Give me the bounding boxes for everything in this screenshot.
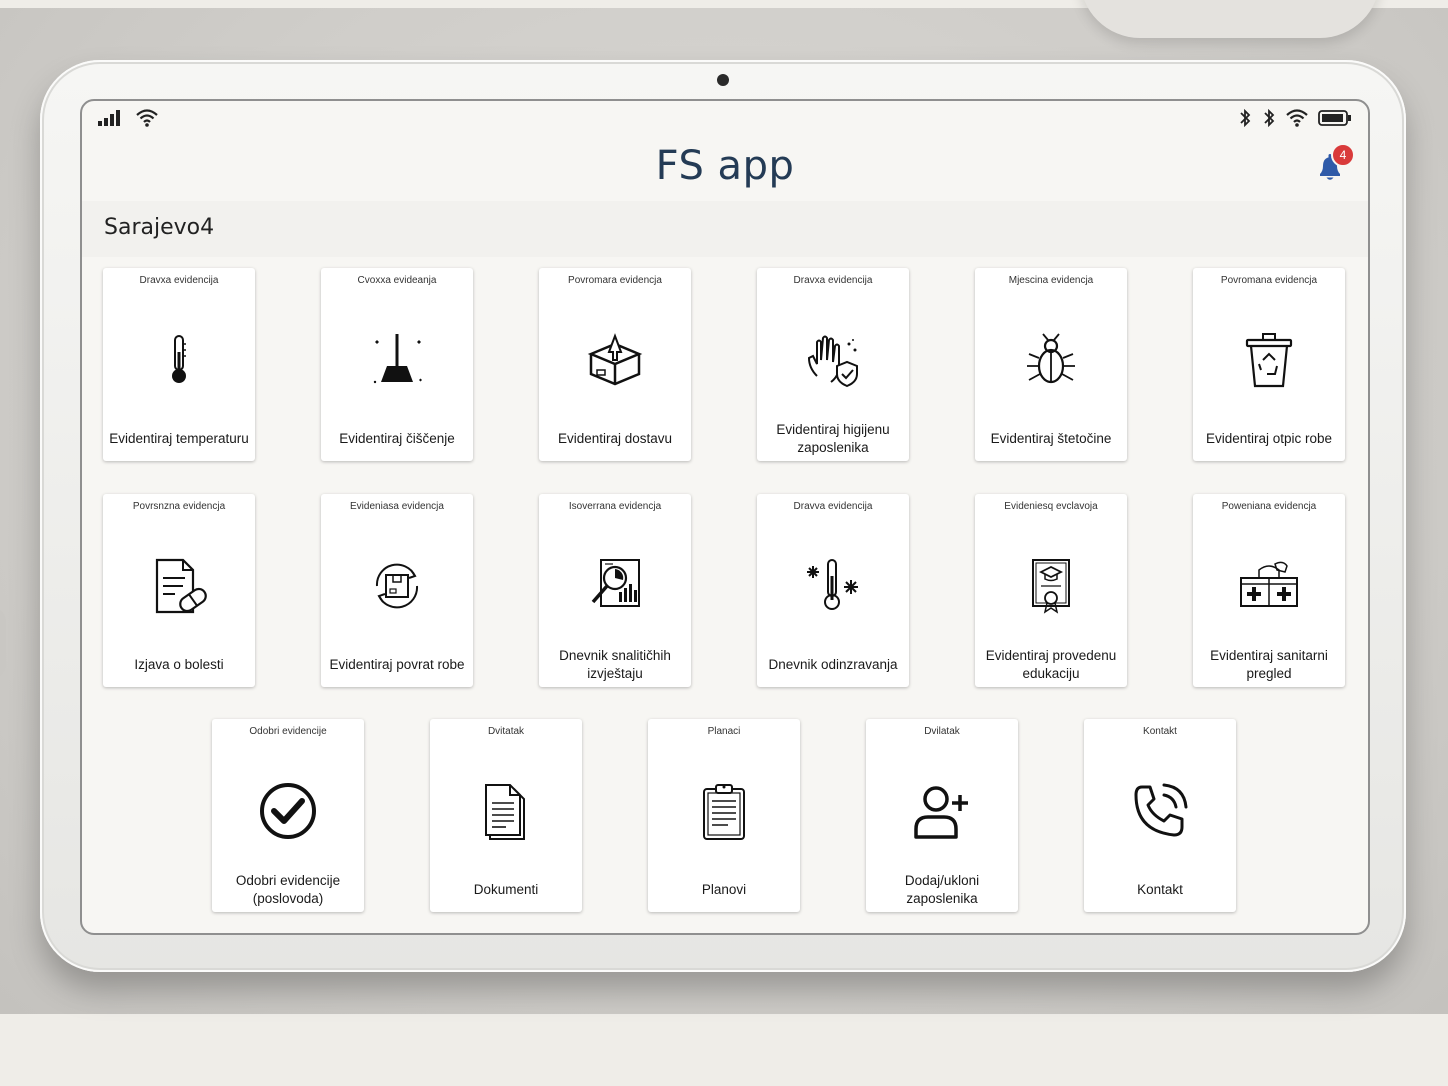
analytics-report-icon — [585, 556, 645, 616]
medical-document-icon — [149, 556, 209, 616]
tablet-frame: FS app 4 Sarajevo4 Dravxa evidencija Evi… — [40, 60, 1406, 972]
tile-evidentiraj-sanitarni-pregled[interactable]: Poweniana evidencja Evidentiraj sanitarn… — [1193, 494, 1345, 687]
tile-category: Kontakt — [1143, 726, 1177, 737]
tile-category: Dvilatak — [924, 726, 960, 737]
tile-category: Povromana evidencja — [1220, 275, 1318, 286]
tile-category: Dravxa evidencija — [793, 275, 873, 286]
add-user-icon — [912, 781, 972, 841]
bug-icon — [1021, 330, 1081, 390]
tile-category: Cvoxxa evideanja — [357, 275, 437, 286]
tile-category: Odobri evidencije — [249, 726, 327, 737]
tile-label: Evidentiraj otpic robe — [1205, 431, 1333, 446]
tile-label: Dnevnik odinzravanja — [768, 657, 898, 672]
tile-label: Evidentiraj higijenu zaposlenika — [776, 422, 890, 455]
tile-category: Evideniesq evclavoja — [1004, 501, 1098, 512]
phone-icon — [1130, 781, 1190, 841]
tile-dnevnik-odrzavanja[interactable]: Dravva evidencija Dnevnik odinzravanja — [757, 494, 909, 687]
page-bottom-border — [0, 1014, 1448, 1086]
tile-category: Planaci — [707, 726, 741, 737]
certificate-icon — [1021, 556, 1081, 616]
camera — [717, 74, 729, 86]
tile-evidentiraj-otpic-robe[interactable]: Povromana evidencja Evidentiraj otpic ro… — [1193, 268, 1345, 461]
tile-label: Dodaj/ukloni zaposlenika — [904, 873, 980, 906]
broom-icon — [367, 330, 427, 390]
checkmark-circle-icon — [258, 781, 318, 841]
delivery-box-icon — [585, 330, 645, 390]
recycle-bin-icon — [1239, 330, 1299, 390]
tile-label: Evidentiraj povrat robe — [329, 657, 465, 672]
clipboard-icon — [694, 781, 754, 841]
tile-evidentiraj-temperaturu[interactable]: Dravxa evidencija Evidentiraj temperatur… — [103, 268, 255, 461]
tablet-screen: FS app 4 Sarajevo4 Dravxa evidencija Evi… — [80, 99, 1370, 935]
return-box-icon — [367, 556, 427, 616]
tile-category: Mjescina evidencja — [1008, 275, 1094, 286]
tile-label: Evidentiraj čiščenje — [339, 431, 455, 446]
tile-izjava-o-bolesti[interactable]: Povrsnzna evidencja Izjava o bolesti — [103, 494, 255, 687]
freezer-thermometer-icon — [803, 556, 863, 616]
tile-label: Evidentiraj dostavu — [557, 431, 673, 446]
tile-evidentiraj-edukaciju[interactable]: Evideniesq evclavoja Evidentiraj provede… — [975, 494, 1127, 687]
tile-label: Evidentiraj sanitarni pregled — [1210, 648, 1328, 681]
tile-kontakt[interactable]: Kontakt Kontakt — [1084, 719, 1236, 912]
tile-label: Evidentiraj temperaturu — [109, 431, 249, 446]
tile-dodaj-ukloni-zaposlenika[interactable]: Dvilatak Dodaj/ukloni zaposlenika — [866, 719, 1018, 912]
tile-label: Kontakt — [1137, 882, 1183, 897]
hand-hygiene-icon — [803, 330, 863, 390]
tile-evidentiraj-dostavu[interactable]: Povromara evidencja Evidentiraj dostavu — [539, 268, 691, 461]
tile-evidentiraj-higijenu[interactable]: Dravxa evidencija Evidentiraj higijenu z… — [757, 268, 909, 461]
documents-icon — [476, 781, 536, 841]
tile-label: Planovi — [701, 882, 747, 897]
tile-category: Dvitatak — [487, 726, 525, 737]
tile-evidentiraj-ciscenje[interactable]: Cvoxxa evideanja Evidentiraj čiščenje — [321, 268, 473, 461]
tile-category: Povromara evidencja — [568, 275, 662, 286]
tile-evidentiraj-stetocine[interactable]: Mjescina evidencja Evidentiraj štetočine — [975, 268, 1127, 461]
tile-category: Dravxa evidencija — [139, 275, 219, 286]
first-aid-kit-icon — [1239, 556, 1299, 616]
tile-grid: Dravxa evidencija Evidentiraj temperatur… — [82, 101, 1368, 933]
tile-label: Izjava o bolesti — [134, 657, 224, 672]
tile-category: Dravva evidencija — [793, 501, 873, 512]
tile-category: Evideniasa evidencja — [350, 501, 444, 512]
tile-odobri-evidencije[interactable]: Odobri evidencije Odobri evidencije (pos… — [212, 719, 364, 912]
tile-category: Isoverrana evidencja — [568, 501, 662, 512]
tile-label: Evidentiraj štetočine — [990, 431, 1112, 446]
tile-planovi[interactable]: Planaci Planovi — [648, 719, 800, 912]
tile-evidentiraj-povrat-robe[interactable]: Evideniasa evidencja Evidentiraj povrat … — [321, 494, 473, 687]
tile-category: Poweniana evidencja — [1221, 501, 1317, 512]
tile-category: Povrsnzna evidencja — [132, 501, 226, 512]
tile-label: Dnevnik snalitičhih izvještaju — [559, 648, 671, 681]
tile-label: Odobri evidencije (poslovoda) — [235, 873, 341, 906]
thermometer-icon — [149, 330, 209, 390]
tile-label: Evidentiraj provedenu edukaciju — [985, 648, 1117, 681]
tile-dnevnik-analitickih-izvjestaja[interactable]: Isoverrana evidencja Dnevnik snalitičhih… — [539, 494, 691, 687]
tile-dokumenti[interactable]: Dvitatak Dokumenti — [430, 719, 582, 912]
background-object — [1080, 0, 1380, 38]
background-object — [0, 608, 6, 678]
tile-label: Dokumenti — [473, 882, 539, 897]
